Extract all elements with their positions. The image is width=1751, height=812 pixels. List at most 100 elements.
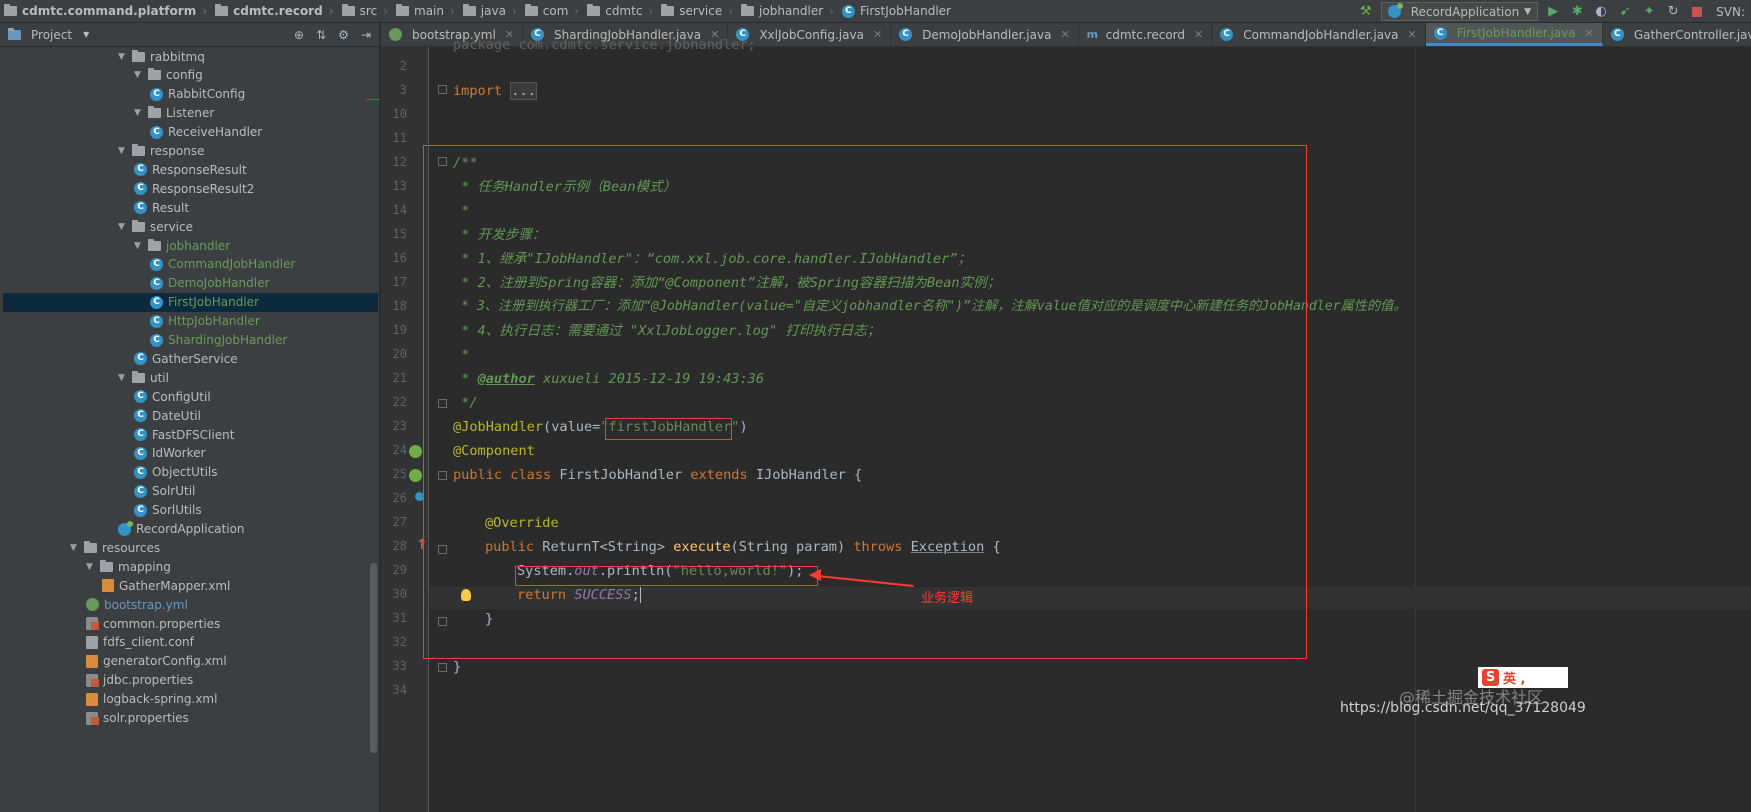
hammer-build-icon[interactable]: ⚒ <box>1357 3 1375 21</box>
tree-folder[interactable]: ▼ jobhandler <box>134 236 230 255</box>
tree-file[interactable]: fdfs_client.conf <box>86 633 194 652</box>
tree-folder[interactable]: ▼ mapping <box>86 557 171 576</box>
tree-file[interactable]: C DemoJobHandler <box>150 274 269 293</box>
tree-file[interactable]: C CommandJobHandler <box>150 255 295 274</box>
coverage-icon[interactable]: ◐ <box>1592 3 1610 21</box>
hide-panel-icon[interactable]: ⇥ <box>361 28 371 42</box>
code-editor[interactable]: 2 3 10 11 12 13 14 15 16 17 18 19 20 21 22 23 24 25 26 27 28… <box>381 37 1751 812</box>
run-configuration-select[interactable]: RecordApplication ▼ <box>1380 2 1539 21</box>
tree-file[interactable]: C ConfigUtil <box>134 387 211 406</box>
tree-folder[interactable]: ▼ config <box>134 66 203 85</box>
tree-file[interactable]: logback-spring.xml <box>86 690 217 709</box>
tree-folder[interactable]: ▼ rabbitmq <box>118 47 205 66</box>
breadcrumb-item[interactable]: src › <box>338 0 392 23</box>
close-icon[interactable]: ✕ <box>1194 28 1203 41</box>
expand-arrow-icon[interactable]: ▼ <box>118 52 132 62</box>
tree-folder[interactable]: ▼ service <box>118 217 193 236</box>
run-icon[interactable]: ▶ <box>1544 3 1562 21</box>
tree-file[interactable]: solr.properties <box>86 709 189 728</box>
class-icon: C <box>134 446 147 460</box>
tree-file[interactable]: C Result <box>134 198 189 217</box>
navigation-bar: cdmtc.command.platform › cdmtc.record › src ›… <box>0 0 1751 23</box>
tree-file[interactable]: C ShardingJobHandler <box>150 331 287 350</box>
editor-tab[interactable]: CGatherController.java✕ <box>1603 23 1751 46</box>
breadcrumb-separator: › <box>328 4 334 18</box>
breadcrumb-item[interactable]: C FirstJobHandler <box>838 0 955 23</box>
project-scrollbar[interactable] <box>370 563 377 753</box>
breadcrumb-item[interactable]: jobhandler › <box>737 0 838 23</box>
tree-file[interactable]: common.properties <box>86 614 220 633</box>
editor-tab[interactable]: C DemoJobHandler.java ✕ <box>891 23 1079 46</box>
class-icon: C <box>1220 28 1234 41</box>
tree-file[interactable]: C ReceiveHandler <box>150 123 262 142</box>
collapse-all-icon[interactable]: ⇅ <box>316 28 326 42</box>
breadcrumb-item[interactable]: cdmtc.record › <box>211 0 338 23</box>
tree-file[interactable]: C IdWorker <box>134 444 205 463</box>
tree-file[interactable]: generatorConfig.xml <box>86 652 227 671</box>
tree-file[interactable]: C DateUtil <box>134 406 201 425</box>
breadcrumb-item[interactable]: cdmtc › <box>583 0 657 23</box>
tree-file[interactable]: C FastDFSClient <box>134 425 234 444</box>
tree-file[interactable]: C RabbitConfig <box>150 85 245 104</box>
fold-marker[interactable] <box>438 85 447 94</box>
close-icon[interactable]: ✕ <box>1408 28 1417 41</box>
breadcrumb-item[interactable]: service › <box>657 0 737 23</box>
project-title: Project <box>31 27 73 42</box>
profile-icon[interactable]: ➹ <box>1616 3 1634 21</box>
tree-folder[interactable]: ▼ resources <box>70 538 160 557</box>
breadcrumb-item[interactable]: main › <box>392 0 459 23</box>
breadcrumb-label: FirstJobHandler <box>859 4 951 18</box>
annotation-box-handler-name <box>605 418 732 440</box>
tree-item-label: config <box>166 68 203 83</box>
expand-arrow-icon[interactable]: ▼ <box>134 108 148 118</box>
expand-arrow-icon[interactable]: ▼ <box>134 241 148 251</box>
folder-icon <box>215 4 229 16</box>
expand-arrow-icon[interactable]: ▼ <box>118 222 132 232</box>
breadcrumb-item[interactable]: cdmtc.command.platform › <box>0 0 211 23</box>
locate-icon[interactable]: ⊕ <box>294 28 304 42</box>
tree-file[interactable]: bootstrap.yml <box>86 595 188 614</box>
tree-file[interactable]: C ResponseResult2 <box>134 179 254 198</box>
spring-bean-icon[interactable] <box>409 469 422 482</box>
editor-tab[interactable]: m cdmtc.record ✕ <box>1079 23 1213 46</box>
stop-icon[interactable] <box>1688 3 1706 21</box>
editor-tab[interactable]: C FirstJobHandler.java ✕ <box>1425 23 1603 46</box>
tree-file[interactable]: C ObjectUtils <box>134 463 218 482</box>
breadcrumb-item[interactable]: java › <box>459 0 521 23</box>
expand-arrow-icon[interactable]: ▼ <box>134 70 148 80</box>
expand-arrow-icon[interactable]: ▼ <box>86 562 100 572</box>
tree-file[interactable]: jdbc.properties <box>86 671 193 690</box>
expand-arrow-icon[interactable]: ▼ <box>118 146 132 156</box>
close-icon[interactable]: ✕ <box>1585 27 1594 40</box>
close-icon[interactable]: ✕ <box>1060 28 1069 41</box>
expand-arrow-icon[interactable]: ▼ <box>70 543 84 553</box>
editor-tab[interactable]: C CommandJobHandler.java ✕ <box>1212 23 1426 46</box>
tree-file[interactable]: C FirstJobHandler <box>150 293 259 312</box>
attach-icon[interactable]: ✦ <box>1640 3 1658 21</box>
tree-file[interactable]: GatherMapper.xml <box>102 576 230 595</box>
tree-file[interactable]: C GatherService <box>134 349 238 368</box>
spring-bean-icon[interactable] <box>409 445 422 458</box>
breadcrumb-item[interactable]: com › <box>521 0 583 23</box>
tree-file[interactable]: C SorlUtils <box>134 501 202 520</box>
fold-marker[interactable] <box>438 663 447 672</box>
reload-icon[interactable]: ↻ <box>1664 3 1682 21</box>
tree-item-label: response <box>150 144 205 158</box>
expand-arrow-icon[interactable]: ▼ <box>118 373 132 383</box>
tree-file[interactable]: RecordApplication <box>118 520 245 539</box>
class-icon: C <box>150 125 163 139</box>
tree-folder[interactable]: ▼ util <box>118 368 169 387</box>
breadcrumb-separator: › <box>574 4 580 18</box>
close-icon[interactable]: ✕ <box>873 28 882 41</box>
folder-icon <box>148 68 161 81</box>
tree-file[interactable]: C ResponseResult <box>134 160 247 179</box>
gear-icon[interactable]: ⚙ <box>338 28 349 42</box>
breadcrumb-separator: › <box>648 4 654 18</box>
tree-file[interactable]: C SolrUtil <box>134 482 195 501</box>
debug-icon[interactable]: ✱ <box>1568 3 1586 21</box>
tree-file[interactable]: C HttpJobHandler <box>150 312 260 331</box>
folder-icon <box>661 4 675 16</box>
tree-folder[interactable]: ▼ Listener <box>134 104 214 123</box>
project-view-selector[interactable]: Project ▼ <box>8 27 89 42</box>
tree-folder[interactable]: ▼ response <box>118 142 205 161</box>
